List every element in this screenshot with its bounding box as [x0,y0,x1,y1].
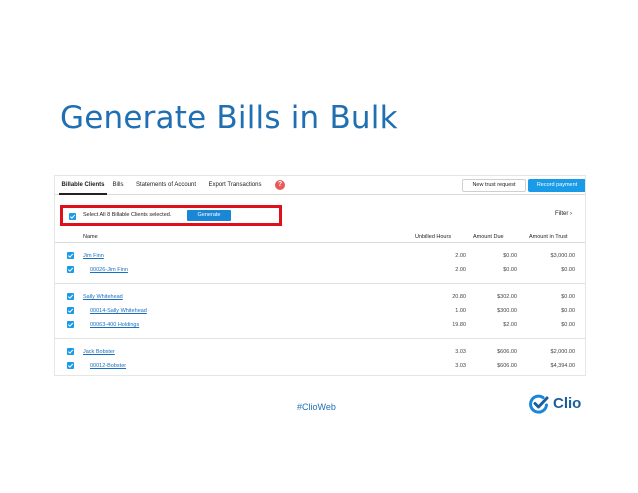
unbilled-hours: 3.03 [455,363,466,369]
amount-due: $2.00 [503,322,517,328]
amount-in-trust: $0.00 [561,294,575,300]
row-checkbox[interactable] [67,307,74,314]
bulk-select-bar: Select All 8 Billable Clients selected. … [60,205,282,226]
clio-logo: Clio [528,393,588,415]
header-name[interactable]: Name [83,232,98,242]
group-divider [55,338,585,339]
header-amount-in-trust[interactable]: Amount in Trust [529,232,568,242]
table-row: Sally Whitehead 20.80 $302.00 $0.00 [55,290,585,304]
table-row: Jim Finn 2.00 $0.00 $3,000.00 [55,249,585,263]
client-name-link[interactable]: Sally Whitehead [83,290,123,304]
logo-text: Clio [553,395,582,412]
group-divider [55,283,585,284]
filter-button[interactable]: Filter › [555,211,572,217]
tab-billable-clients[interactable]: Billable Clients [59,176,107,195]
tab-bar: Billable Clients Bills Statements of Acc… [55,176,585,195]
header-amount-due[interactable]: Amount Due [473,232,504,242]
row-checkbox[interactable] [67,266,74,273]
amount-due: $606.00 [497,363,517,369]
client-name-link[interactable]: Jack Bobster [83,345,115,359]
table-row: 00014-Sally Whitehead 1.00 $300.00 $0.00 [55,304,585,318]
tab-bills[interactable]: Bills [111,176,125,195]
unbilled-hours: 2.00 [455,253,466,259]
amount-in-trust: $0.00 [561,322,575,328]
amount-due: $0.00 [503,253,517,259]
row-checkbox[interactable] [67,362,74,369]
matter-name-link[interactable]: 00012-Bobster [90,359,126,373]
row-checkbox[interactable] [67,252,74,259]
amount-due: $300.00 [497,308,517,314]
header-unbilled-hours[interactable]: Unbilled Hours [415,232,451,242]
unbilled-hours: 2.00 [455,267,466,273]
generate-button[interactable]: Generate [187,210,231,221]
amount-due: $302.00 [497,294,517,300]
amount-in-trust: $0.00 [561,308,575,314]
record-payment-button[interactable]: Record payment [528,179,585,192]
table-row: Jack Bobster 3.03 $606.00 $2,000.00 [55,345,585,359]
matter-name-link[interactable]: 00026-Jim Finn [90,263,128,277]
slide-title: Generate Bills in Bulk [60,100,398,136]
matter-name-link[interactable]: 00014-Sally Whitehead [90,304,147,318]
amount-due: $0.00 [503,267,517,273]
tab-export-transactions[interactable]: Export Transactions [205,176,265,195]
amount-in-trust: $4,394.00 [550,363,575,369]
clio-check-icon [529,394,549,414]
unbilled-hours: 20.80 [452,294,466,300]
unbilled-hours: 3.03 [455,349,466,355]
select-all-checkbox[interactable] [69,213,76,220]
table-row: 00026-Jim Finn 2.00 $0.00 $0.00 [55,263,585,277]
tab-statements-of-account[interactable]: Statements of Account [132,176,200,195]
amount-in-trust: $2,000.00 [550,349,575,355]
matter-name-link[interactable]: 00063-400 Holdings [90,318,139,332]
client-name-link[interactable]: Jim Finn [83,249,104,263]
new-trust-request-button[interactable]: New trust request [462,179,526,192]
table-row: 00063-400 Holdings 19.80 $2.00 $0.00 [55,318,585,332]
amount-in-trust: $3,000.00 [550,253,575,259]
hashtag: #ClioWeb [297,402,336,412]
amount-due: $606.00 [497,349,517,355]
amount-in-trust: $0.00 [561,267,575,273]
row-checkbox[interactable] [67,321,74,328]
unbilled-hours: 19.80 [452,322,466,328]
help-icon[interactable]: ? [275,180,285,190]
unbilled-hours: 1.00 [455,308,466,314]
row-checkbox[interactable] [67,348,74,355]
selection-label: Select All 8 Billable Clients selected. [83,212,172,218]
table-header: Name Unbilled Hours Amount Due Amount in… [55,232,585,243]
table-row: 00012-Bobster 3.03 $606.00 $4,394.00 [55,359,585,373]
row-checkbox[interactable] [67,293,74,300]
billing-panel: Billable Clients Bills Statements of Acc… [54,175,586,376]
